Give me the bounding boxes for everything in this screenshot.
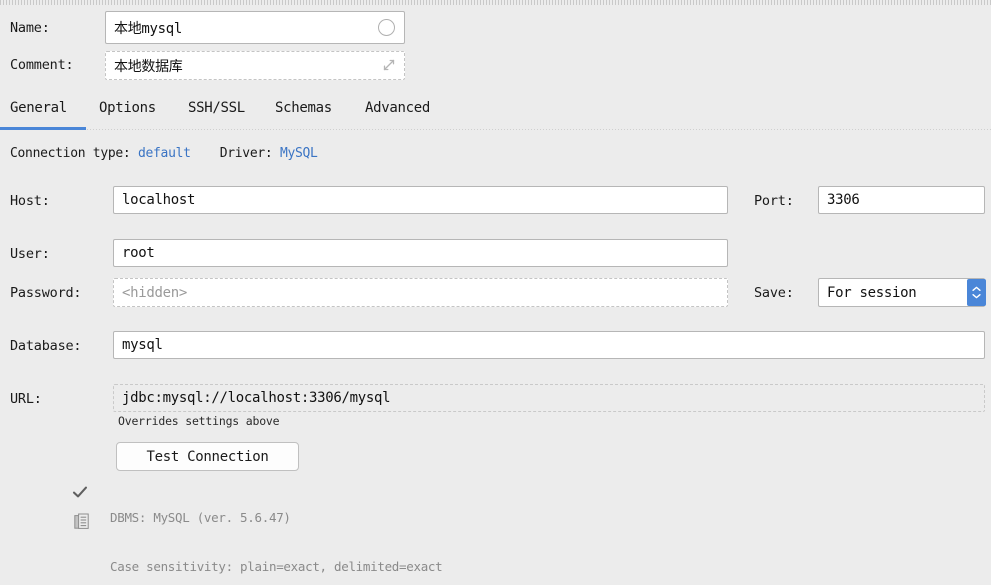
save-dropdown[interactable]: For session (818, 278, 985, 307)
chevron-up-icon[interactable] (971, 286, 982, 292)
save-stepper[interactable] (967, 279, 986, 306)
active-tab-indicator (0, 127, 86, 130)
tab-schemas[interactable]: Schemas (275, 100, 332, 116)
check-icon (72, 486, 88, 498)
comment-label: Comment: (10, 57, 74, 73)
comment-input[interactable]: 本地数据库 (105, 51, 405, 80)
name-input-value: 本地mysql (114, 20, 183, 37)
host-input-value: localhost (122, 192, 196, 208)
password-input[interactable]: <hidden> (113, 278, 728, 307)
name-input[interactable]: 本地mysql (105, 11, 405, 44)
test-connection-button[interactable]: Test Connection (116, 442, 299, 471)
connection-type-value[interactable]: default (138, 146, 191, 161)
url-input[interactable]: jdbc:mysql://localhost:3306/mysql (113, 384, 985, 412)
test-connection-label: Test Connection (146, 448, 269, 465)
user-label: User: (10, 246, 50, 262)
tab-ssh-ssl[interactable]: SSH/SSL (188, 100, 245, 116)
circle-icon[interactable] (378, 19, 395, 36)
connection-settings-dialog: Name: 本地mysql Comment: 本地数据库 General Opt… (0, 0, 991, 585)
chevron-down-icon[interactable] (971, 293, 982, 299)
url-hint: Overrides settings above (118, 414, 280, 428)
port-label: Port: (754, 193, 794, 209)
password-label: Password: (10, 285, 82, 301)
result-line: DBMS: MySQL (ver. 5.6.47) (110, 510, 291, 526)
port-input-value: 3306 (827, 192, 860, 208)
window-top-edge (0, 0, 991, 5)
tab-advanced[interactable]: Advanced (365, 100, 430, 116)
save-label: Save: (754, 285, 794, 301)
driver-label: Driver: (219, 146, 273, 161)
connection-type-label: Connection type: (10, 146, 131, 161)
password-placeholder: <hidden> (122, 284, 188, 301)
tab-general[interactable]: General (10, 100, 67, 116)
expand-icon[interactable] (381, 57, 397, 73)
copy-icon[interactable] (74, 513, 89, 530)
comment-input-value: 本地数据库 (114, 58, 183, 75)
url-label: URL: (10, 391, 42, 407)
user-input[interactable]: root (113, 239, 728, 267)
tab-options[interactable]: Options (99, 100, 156, 116)
test-results: DBMS: MySQL (ver. 5.6.47) Case sensitivi… (110, 478, 710, 585)
tab-bar: General Options SSH/SSL Schemas Advanced (0, 98, 991, 130)
tab-bar-divider (0, 129, 991, 130)
connection-info: Connection type: default Driver: MySQL (10, 146, 318, 161)
database-label: Database: (10, 338, 82, 354)
save-dropdown-value: For session (827, 284, 917, 301)
url-input-value: jdbc:mysql://localhost:3306/mysql (122, 390, 391, 406)
driver-value[interactable]: MySQL (280, 146, 318, 161)
host-label: Host: (10, 193, 50, 209)
name-label: Name: (10, 20, 50, 36)
database-input-value: mysql (122, 337, 163, 353)
host-input[interactable]: localhost (113, 186, 728, 214)
user-input-value: root (122, 245, 155, 261)
database-input[interactable]: mysql (113, 331, 985, 359)
result-line: Case sensitivity: plain=exact, delimited… (110, 559, 443, 575)
port-input[interactable]: 3306 (818, 186, 985, 214)
